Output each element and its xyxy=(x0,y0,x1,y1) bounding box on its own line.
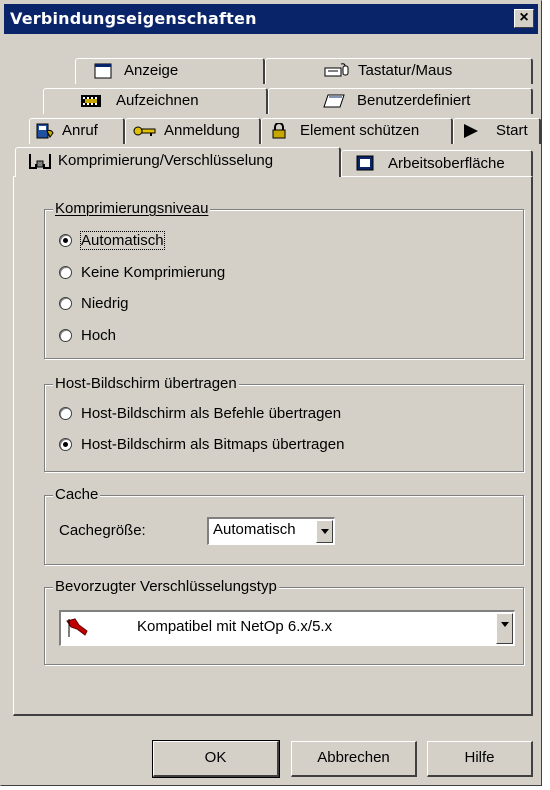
radio-button[interactable] xyxy=(59,266,72,279)
radio-bitmaps[interactable]: Host-Bildschirm als Bitmaps übertragen xyxy=(59,436,479,456)
tab-element-schuetzen[interactable]: Element schützen xyxy=(261,118,453,144)
tab-start[interactable]: Start xyxy=(453,118,541,144)
desktop-icon xyxy=(356,155,374,171)
radio-button[interactable] xyxy=(59,297,72,310)
radio-button-checked[interactable] xyxy=(59,438,72,451)
cache-size-label: Cachegröße: xyxy=(59,522,146,539)
radio-label: Automatisch xyxy=(80,231,165,250)
encryption-legend: Bevorzugter Verschlüsselungstyp xyxy=(53,578,279,595)
radio-button[interactable] xyxy=(59,407,72,420)
custom-icon xyxy=(323,94,345,108)
cache-group: Cache Cachegröße: Automatisch xyxy=(44,486,524,565)
tab-komprimierung-verschluesselung[interactable]: Komprimierung/Verschlüsselung xyxy=(15,147,341,177)
compression-legend: Komprimierungsniveau xyxy=(53,200,211,217)
host-screen-legend: Host-Bildschirm übertragen xyxy=(53,375,239,392)
cache-size-dropdown[interactable]: Automatisch xyxy=(207,517,335,545)
tab-label: Start xyxy=(496,122,528,139)
tab-label: Benutzerdefiniert xyxy=(357,92,471,109)
encryption-type-value: Kompatibel mit NetOp 6.x/5.x xyxy=(137,618,333,635)
phone-book-icon xyxy=(36,123,54,139)
tab-label: Komprimierung/Verschlüsselung xyxy=(58,152,274,169)
chevron-down-icon[interactable] xyxy=(316,520,333,543)
window-title: Verbindungseigenschaften xyxy=(10,9,257,28)
keyboard-mouse-icon xyxy=(324,63,349,77)
film-icon xyxy=(81,95,101,107)
radio-label: Niedrig xyxy=(81,295,129,312)
cache-legend: Cache xyxy=(53,486,101,503)
radio-befehle[interactable]: Host-Bildschirm als Befehle übertragen xyxy=(59,405,479,425)
key-icon xyxy=(133,126,156,136)
tab-benutzerdefiniert[interactable]: Benutzerdefiniert xyxy=(268,88,533,114)
tab-label: Anruf xyxy=(62,122,98,139)
radio-hoch[interactable]: Hoch xyxy=(59,327,259,347)
radio-label: Hoch xyxy=(81,327,117,344)
tab-panel-komprimierung: Komprimierungsniveau Automatisch Keine K… xyxy=(13,176,533,716)
play-icon xyxy=(464,124,478,138)
radio-niedrig[interactable]: Niedrig xyxy=(59,295,259,315)
window-icon xyxy=(94,63,112,79)
tab-aufzeichnen[interactable]: Aufzeichnen xyxy=(43,88,268,114)
help-button[interactable]: Hilfe xyxy=(427,741,533,777)
encryption-group: Bevorzugter Verschlüsselungstyp Kompatib… xyxy=(44,578,524,665)
chevron-down-icon[interactable] xyxy=(496,613,513,644)
dialog-window: Verbindungseigenschaften × Anzeige Tasta… xyxy=(0,0,542,786)
host-screen-group: Host-Bildschirm übertragen Host-Bildschi… xyxy=(44,375,524,472)
radio-button[interactable] xyxy=(59,329,72,342)
tab-label: Tastatur/Maus xyxy=(358,62,453,79)
tab-anzeige[interactable]: Anzeige xyxy=(75,58,265,84)
title-bar[interactable]: Verbindungseigenschaften × xyxy=(4,4,538,34)
compression-group: Komprimierungsniveau Automatisch Keine K… xyxy=(44,200,524,359)
radio-label: Host-Bildschirm als Bitmaps übertragen xyxy=(81,436,345,453)
encryption-type-dropdown[interactable]: Kompatibel mit NetOp 6.x/5.x xyxy=(59,610,515,646)
cancel-button[interactable]: Abbrechen xyxy=(291,741,417,777)
radio-automatisch[interactable]: Automatisch xyxy=(59,231,259,252)
radio-label: Keine Komprimierung xyxy=(81,264,226,281)
radio-button-checked[interactable] xyxy=(59,234,72,247)
tab-anruf[interactable]: Anruf xyxy=(29,118,125,144)
ok-button[interactable]: OK xyxy=(152,740,280,778)
tab-tastatur-maus[interactable]: Tastatur/Maus xyxy=(265,58,533,84)
close-button[interactable]: × xyxy=(514,9,534,28)
tab-anmeldung[interactable]: Anmeldung xyxy=(125,118,261,144)
cache-size-value: Automatisch xyxy=(213,521,296,538)
netop-encryption-icon xyxy=(66,618,88,637)
tab-label: Element schützen xyxy=(300,122,420,139)
tab-label: Aufzeichnen xyxy=(116,92,199,109)
clamp-icon xyxy=(29,154,51,169)
tab-label: Anmeldung xyxy=(164,122,240,139)
radio-keine-komprimierung[interactable]: Keine Komprimierung xyxy=(59,264,309,284)
tab-label: Anzeige xyxy=(124,62,179,79)
tab-label: Arbeitsoberfläche xyxy=(388,155,505,172)
tab-arbeitsoberflaeche[interactable]: Arbeitsoberfläche xyxy=(341,150,533,176)
radio-label: Host-Bildschirm als Befehle übertragen xyxy=(81,405,342,422)
lock-icon xyxy=(272,123,286,139)
